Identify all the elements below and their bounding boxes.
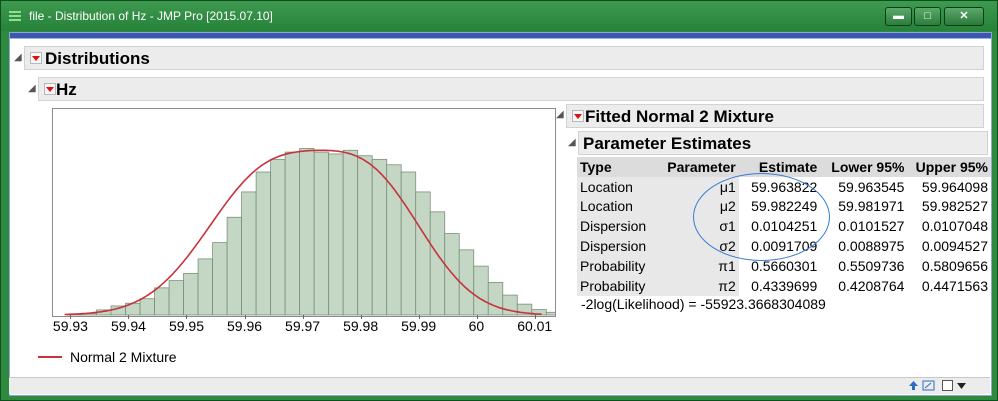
close-button[interactable]: ✕: [944, 7, 984, 26]
highlight-ellipse: [693, 173, 830, 261]
distributions-outline: Distributions: [24, 46, 984, 70]
title-bar[interactable]: file - Distribution of Hz - JMP Pro [201…: [1, 1, 997, 31]
param-estimates-outline: Parameter Estimates: [578, 131, 988, 155]
legend-line-icon: [38, 356, 62, 358]
histogram-bar[interactable]: [386, 164, 402, 316]
histogram-bar[interactable]: [255, 171, 272, 316]
table-row: Probability π2 0.4339699 0.4208764 0.4471563: [577, 275, 991, 296]
histogram-bar[interactable]: [458, 249, 475, 316]
x-tick-label: 59.96: [227, 318, 263, 334]
x-tick-label: 59.99: [401, 318, 437, 334]
histogram-bar[interactable]: [284, 151, 301, 316]
dropdown-icon[interactable]: [955, 379, 968, 392]
app-icon: [9, 11, 21, 21]
col-header-parameter[interactable]: Parameter: [655, 157, 739, 177]
histogram-bar[interactable]: [212, 242, 228, 316]
x-tick-label: 59.93: [52, 318, 88, 334]
status-bar: [9, 377, 990, 394]
table-row: Probability π1 0.5660301 0.5509736 0.5809656: [577, 255, 991, 276]
histogram-bar[interactable]: [357, 155, 373, 316]
x-tick-label: 59.97: [285, 318, 321, 334]
cell-type: Dispersion: [577, 216, 656, 237]
histogram-bar[interactable]: [328, 153, 344, 316]
histogram-bar[interactable]: [226, 216, 243, 316]
histogram-bar[interactable]: [241, 191, 257, 316]
histogram-bar[interactable]: [183, 272, 199, 316]
x-tick-label: 60.01: [517, 318, 553, 334]
arrow-up-icon[interactable]: [907, 379, 920, 392]
cell-lower95: 0.5509736: [838, 257, 905, 274]
cell-upper95: 0.5809656: [921, 257, 988, 274]
red-triangle-menu-icon[interactable]: [30, 52, 42, 64]
cell-estimate: 0.4339699: [751, 277, 818, 294]
param-estimates-title: Parameter Estimates: [583, 134, 752, 153]
cell-upper95: 0.0094527: [921, 238, 988, 255]
distributions-title: Distributions: [45, 49, 150, 68]
hz-outline: Hz: [38, 77, 984, 101]
cell-lower95: 59.963545: [838, 178, 905, 195]
histogram-bar[interactable]: [299, 148, 315, 316]
checkbox-icon[interactable]: [941, 379, 954, 392]
histogram-bar[interactable]: [168, 280, 184, 316]
legend-label: Normal 2 Mixture: [70, 349, 177, 365]
report-pane: ◢ Distributions ◢ Hz 59.93 59.94 59.95 59.9…: [9, 32, 992, 396]
histogram-bar[interactable]: [429, 211, 446, 316]
table-header-row: Type Parameter Estimate Lower 95% Upper …: [577, 157, 991, 177]
cell-upper95: 59.964098: [921, 178, 988, 195]
histogram-bar[interactable]: [154, 287, 170, 316]
histogram-bar[interactable]: [545, 311, 556, 316]
histogram-bar[interactable]: [342, 149, 359, 316]
red-triangle-menu-icon[interactable]: [572, 110, 584, 122]
col-header-upper95[interactable]: Upper 95%: [907, 157, 991, 177]
cell-type: Probability: [577, 255, 656, 276]
histogram-bar[interactable]: [415, 191, 431, 316]
histogram-plot[interactable]: [52, 108, 556, 317]
cell-type: Location: [577, 196, 656, 217]
maximize-button[interactable]: □: [914, 7, 941, 26]
fitted-outline: Fitted Normal 2 Mixture: [566, 104, 984, 128]
link-icon[interactable]: [922, 379, 935, 392]
cell-parameter: π1: [655, 255, 739, 276]
cell-lower95: 0.0101527: [838, 218, 905, 235]
cell-upper95: 0.4471563: [921, 277, 988, 294]
cell-upper95: 59.982527: [921, 198, 988, 215]
fitted-title: Fitted Normal 2 Mixture: [585, 107, 774, 126]
histogram-bar[interactable]: [270, 158, 286, 316]
col-header-lower95[interactable]: Lower 95%: [820, 157, 908, 177]
histogram-bar[interactable]: [473, 265, 489, 316]
cell-type: Dispersion: [577, 236, 656, 256]
loglikelihood-text: -2log(Likelihood) = -55923.3668304089: [581, 296, 826, 312]
window-title: file - Distribution of Hz - JMP Pro [201…: [29, 9, 273, 23]
app-window: file - Distribution of Hz - JMP Pro [201…: [0, 0, 998, 401]
hz-title: Hz: [56, 80, 77, 99]
histogram-bar[interactable]: [400, 171, 417, 316]
toolbar-strip: [10, 33, 991, 39]
red-triangle-menu-icon[interactable]: [44, 83, 56, 95]
histogram-bar[interactable]: [197, 258, 213, 316]
minimize-button[interactable]: ▬: [885, 7, 912, 26]
cell-lower95: 0.4208764: [838, 277, 905, 294]
cell-type: Location: [577, 176, 656, 197]
histogram-bar[interactable]: [139, 298, 155, 316]
cell-upper95: 0.0107048: [921, 218, 988, 235]
cell-lower95: 59.981971: [838, 198, 905, 215]
cell-parameter: π2: [655, 275, 739, 296]
histogram-bar[interactable]: [371, 158, 388, 316]
x-tick-label: 60: [468, 318, 485, 334]
histogram-bar[interactable]: [487, 282, 504, 316]
x-tick-label: 59.98: [343, 318, 379, 334]
x-tick-label: 59.94: [110, 318, 146, 334]
histogram-bar[interactable]: [313, 151, 330, 316]
x-tick-label: 59.95: [168, 318, 205, 334]
cell-lower95: 0.0088975: [838, 238, 905, 255]
cell-type: Probability: [577, 275, 656, 296]
col-header-type[interactable]: Type: [577, 157, 656, 177]
